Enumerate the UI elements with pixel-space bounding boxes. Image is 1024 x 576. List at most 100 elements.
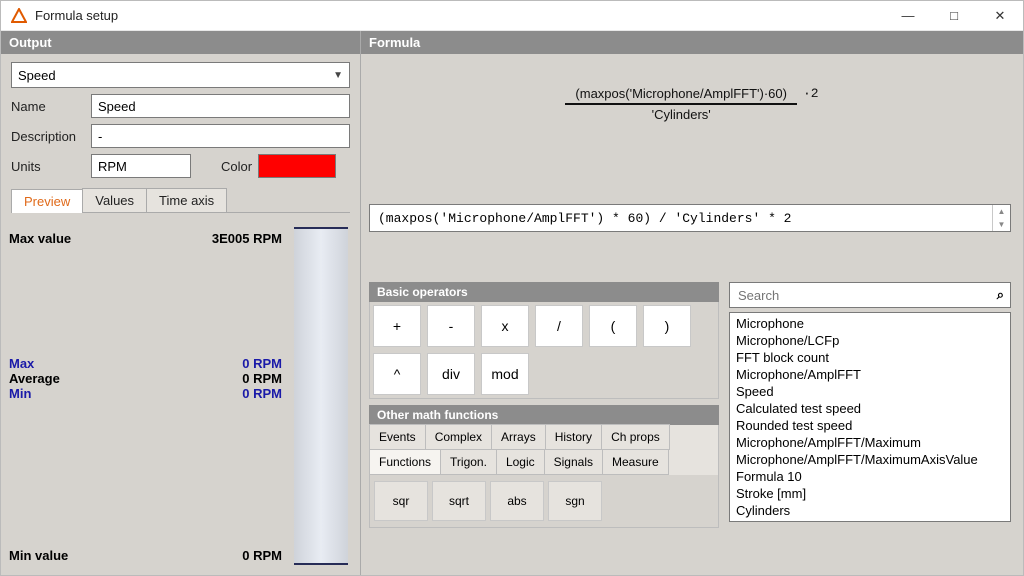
max-value-label: Max value — [9, 231, 71, 246]
caret-up-icon[interactable]: ▲ — [993, 205, 1010, 218]
operator-mod-button[interactable]: mod — [481, 353, 529, 395]
fn-tab-arrays[interactable]: Arrays — [491, 424, 546, 450]
tab-timeaxis[interactable]: Time axis — [146, 188, 227, 212]
list-item[interactable]: Microphone/AmplFFT/MaximumAxisValue — [736, 451, 1004, 468]
channel-search-box[interactable]: ⌕ — [729, 282, 1011, 308]
formula-numerator: (maxpos('Microphone/AmplFFT')·60) — [565, 86, 797, 105]
list-item[interactable]: Microphone/LCFp — [736, 332, 1004, 349]
output-tabs: Preview Values Time axis — [11, 188, 350, 213]
operator-x-button[interactable]: x — [481, 305, 529, 347]
caret-down-icon[interactable]: ▼ — [993, 218, 1010, 231]
formula-text-wrap: (maxpos('Microphone/AmplFFT') * 60) / 'C… — [361, 204, 1023, 232]
output-header: Output — [1, 31, 360, 54]
formula-suffix: ·2 — [797, 86, 819, 101]
operator-div-button[interactable]: div — [427, 353, 475, 395]
fn-tab-functions[interactable]: Functions — [369, 449, 441, 475]
operator--button[interactable]: - — [427, 305, 475, 347]
function-tabs: EventsComplexArraysHistoryCh props Functi… — [369, 425, 719, 475]
titlebar[interactable]: Formula setup — □ ✕ — [1, 1, 1023, 31]
window-close-button[interactable]: ✕ — [977, 1, 1023, 31]
fn-sqrt-button[interactable]: sqrt — [432, 481, 486, 521]
color-label: Color — [221, 159, 252, 174]
fn-tab-history[interactable]: History — [545, 424, 602, 450]
list-item[interactable]: Formula 10 — [736, 468, 1004, 485]
min-value: 0 RPM — [242, 548, 282, 563]
value-bar — [294, 227, 348, 565]
output-body: Speed ▼ Name Description Units Color — [1, 54, 360, 221]
fn-sgn-button[interactable]: sgn — [548, 481, 602, 521]
max-value: 3E005 RPM — [212, 231, 282, 246]
formula-spinner[interactable]: ▲ ▼ — [992, 205, 1010, 231]
basic-operators-grid: +-x/() ^divmod — [369, 302, 719, 399]
color-swatch[interactable] — [258, 154, 336, 178]
formula-setup-window: Formula setup — □ ✕ Output Speed ▼ Name … — [0, 0, 1024, 576]
fn-tab-chprops[interactable]: Ch props — [601, 424, 670, 450]
description-label: Description — [11, 129, 85, 144]
fn-tab-trigon[interactable]: Trigon. — [440, 449, 497, 475]
operator--button[interactable]: / — [535, 305, 583, 347]
list-item[interactable]: Cylinders — [736, 502, 1004, 519]
description-input[interactable] — [91, 124, 350, 148]
output-channel-select[interactable]: Speed ▼ — [11, 62, 350, 88]
channel-list[interactable]: MicrophoneMicrophone/LCFpFFT block count… — [729, 312, 1011, 522]
list-item[interactable]: FFT block count — [736, 349, 1004, 366]
stat-min-value: 0 RPM — [242, 386, 282, 401]
operator--button[interactable]: ^ — [373, 353, 421, 395]
operators-column: Basic operators +-x/()^divmod Other math… — [369, 282, 719, 528]
list-item[interactable]: Stroke [mm] — [736, 485, 1004, 502]
name-row: Name — [11, 94, 350, 118]
content: Output Speed ▼ Name Description Units — [1, 31, 1023, 575]
min-value-row: Min value 0 RPM — [9, 548, 282, 563]
tab-values[interactable]: Values — [82, 188, 147, 212]
fn-sqr-button[interactable]: sqr — [374, 481, 428, 521]
stat-min-label: Min — [9, 386, 31, 401]
formula-fraction: (maxpos('Microphone/AmplFFT')·60) 'Cylin… — [565, 86, 797, 122]
operator--button[interactable]: ) — [643, 305, 691, 347]
window-minimize-button[interactable]: — — [885, 1, 931, 31]
list-item[interactable]: Microphone/AmplFFT/Maximum — [736, 434, 1004, 451]
fn-tab-complex[interactable]: Complex — [425, 424, 492, 450]
other-functions-header: Other math functions — [369, 405, 719, 425]
preview-pane: Max value 3E005 RPM Max 0 RPM Average 0 RP… — [1, 221, 360, 575]
function-buttons: sqrsqrtabssgn — [369, 475, 719, 528]
stat-max-value: 0 RPM — [242, 356, 282, 371]
formula-text: (maxpos('Microphone/AmplFFT') * 60) / 'C… — [370, 208, 992, 229]
channel-search-input[interactable] — [736, 287, 997, 304]
formula-panel: Formula (maxpos('Microphone/AmplFFT')·60… — [361, 31, 1023, 575]
formula-render: (maxpos('Microphone/AmplFFT')·60) 'Cylin… — [361, 54, 1023, 204]
list-item[interactable]: Calculated test speed — [736, 400, 1004, 417]
units-label: Units — [11, 159, 85, 174]
list-item[interactable]: Microphone — [736, 315, 1004, 332]
stat-avg-label: Average — [9, 371, 60, 386]
name-label: Name — [11, 99, 85, 114]
window-maximize-button[interactable]: □ — [931, 1, 977, 31]
description-row: Description — [11, 124, 350, 148]
formula-header: Formula — [361, 31, 1023, 54]
fn-abs-button[interactable]: abs — [490, 481, 544, 521]
chevron-down-icon: ▼ — [333, 70, 343, 81]
search-icon: ⌕ — [997, 287, 1004, 303]
stat-avg-value: 0 RPM — [242, 371, 282, 386]
fn-tab-signals[interactable]: Signals — [544, 449, 603, 475]
list-item[interactable]: Speed — [736, 383, 1004, 400]
fn-tab-measure[interactable]: Measure — [602, 449, 669, 475]
units-input[interactable] — [91, 154, 191, 178]
output-channel-value: Speed — [18, 68, 56, 83]
operator--button[interactable]: + — [373, 305, 421, 347]
operator--button[interactable]: ( — [589, 305, 637, 347]
formula-denominator: 'Cylinders' — [565, 105, 797, 122]
fn-tab-events[interactable]: Events — [369, 424, 426, 450]
name-input[interactable] — [91, 94, 350, 118]
list-item[interactable]: Rounded test speed — [736, 417, 1004, 434]
list-item[interactable]: Microphone/AmplFFT — [736, 366, 1004, 383]
units-row: Units Color — [11, 154, 350, 178]
stat-max-label: Max — [9, 356, 34, 371]
output-panel: Output Speed ▼ Name Description Units — [1, 31, 361, 575]
channel-search-column: ⌕ MicrophoneMicrophone/LCFpFFT block cou… — [729, 282, 1011, 522]
lower-area: Basic operators +-x/()^divmod Other math… — [361, 232, 1023, 575]
min-value-label: Min value — [9, 548, 68, 563]
fn-tab-logic[interactable]: Logic — [496, 449, 545, 475]
window-title: Formula setup — [35, 8, 118, 23]
formula-text-field[interactable]: (maxpos('Microphone/AmplFFT') * 60) / 'C… — [369, 204, 1011, 232]
tab-preview[interactable]: Preview — [11, 189, 83, 213]
